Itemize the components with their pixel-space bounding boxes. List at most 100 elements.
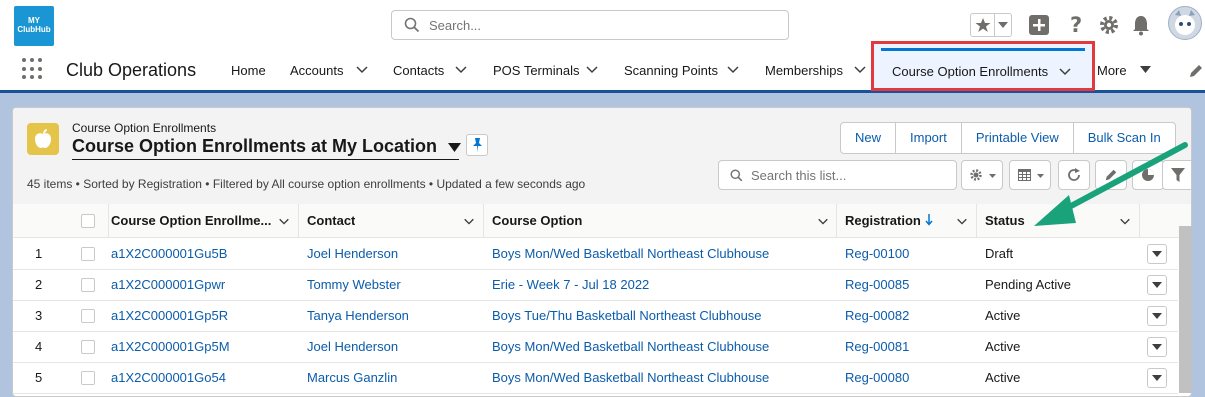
apple-icon — [27, 123, 59, 155]
table-header: Course Option Enrollme... Contact Course… — [13, 204, 1191, 238]
course-option-link[interactable]: Erie - Week 7 - Jul 18 2022 — [492, 269, 649, 300]
row-number: 3 — [35, 308, 43, 323]
column-header-registration[interactable]: Registration — [845, 204, 921, 237]
chevron-down-icon[interactable] — [463, 215, 475, 227]
contact-link[interactable]: Joel Henderson — [307, 331, 398, 362]
search-placeholder: Search... — [429, 18, 482, 33]
row-actions-button[interactable] — [1147, 337, 1167, 357]
status-value: Active — [985, 370, 1021, 385]
pin-list-button[interactable] — [466, 134, 488, 156]
row-actions-button[interactable] — [1147, 244, 1167, 264]
select-all-checkbox[interactable] — [81, 214, 95, 228]
pin-icon — [473, 138, 482, 152]
registration-link[interactable]: Reg-00085 — [845, 269, 909, 300]
caret-down-icon — [989, 174, 996, 178]
nav-item-pos-terminals[interactable]: POS Terminals — [493, 63, 579, 78]
gear-icon[interactable] — [1098, 13, 1120, 37]
chevron-down-icon[interactable] — [817, 215, 829, 227]
row-actions-button[interactable] — [1147, 368, 1167, 388]
contact-link[interactable]: Marcus Ganzlin — [307, 362, 397, 393]
favorites-button[interactable] — [970, 13, 1012, 37]
registration-link[interactable]: Reg-00082 — [845, 300, 909, 331]
course-option-link[interactable]: Boys Mon/Wed Basketball Northeast Clubho… — [492, 331, 769, 362]
logo-text-line2: ClubHub — [17, 25, 51, 34]
registration-link[interactable]: Reg-00100 — [845, 238, 909, 269]
row-number: 1 — [35, 246, 43, 261]
row-checkbox[interactable] — [81, 371, 95, 385]
caret-down-icon[interactable] — [1140, 66, 1151, 73]
table-row: 2 a1X2C000001Gpwr Tommy Webster Erie - W… — [13, 269, 1178, 301]
list-search-placeholder: Search this list... — [751, 168, 847, 183]
chevron-down-icon[interactable] — [454, 62, 468, 76]
edit-nav-icon[interactable] — [1188, 63, 1204, 79]
nav-item-more[interactable]: More — [1097, 63, 1127, 78]
enrollment-id-link[interactable]: a1X2C000001Gp5M — [111, 331, 230, 362]
tab-course-option-enrollments[interactable]: Course Option Enrollments — [871, 41, 1095, 91]
enrollment-id-link[interactable]: a1X2C000001Gpwr — [111, 269, 225, 300]
column-header-status[interactable]: Status — [985, 204, 1025, 237]
annotation-arrow — [1034, 142, 1188, 226]
row-checkbox[interactable] — [81, 309, 95, 323]
chevron-down-icon[interactable] — [956, 215, 968, 227]
chevron-down-icon[interactable] — [585, 62, 599, 76]
import-button[interactable]: Import — [896, 123, 962, 153]
chevron-down-icon[interactable] — [853, 62, 867, 76]
status-value: Active — [985, 308, 1021, 323]
enrollment-id-link[interactable]: a1X2C000001Gu5B — [111, 238, 227, 269]
notification-bell-icon[interactable] — [1130, 13, 1152, 37]
contact-link[interactable]: Tommy Webster — [307, 269, 401, 300]
user-avatar[interactable] — [1168, 6, 1202, 40]
search-icon — [730, 169, 743, 182]
list-view-header: Course Option Enrollments Course Option … — [13, 108, 1191, 205]
list-view-underline — [72, 159, 459, 160]
list-settings-button[interactable] — [961, 160, 1003, 190]
column-header-contact[interactable]: Contact — [307, 204, 355, 237]
course-option-link[interactable]: Boys Mon/Wed Basketball Northeast Clubho… — [492, 362, 769, 393]
list-search-input[interactable]: Search this list... — [718, 160, 957, 190]
table-row: 3 a1X2C000001Gp5R Tanya Henderson Boys T… — [13, 300, 1178, 332]
app-logo[interactable]: MY ClubHub — [14, 6, 54, 46]
row-actions-button[interactable] — [1147, 306, 1167, 326]
status-value: Active — [985, 339, 1021, 354]
course-option-link[interactable]: Boys Tue/Thu Basketball Northeast Clubho… — [492, 300, 762, 331]
caret-down-icon — [1152, 282, 1162, 288]
row-actions-button[interactable] — [1147, 275, 1167, 295]
nav-item-accounts[interactable]: Accounts — [290, 63, 343, 78]
contact-link[interactable]: Joel Henderson — [307, 238, 398, 269]
course-option-link[interactable]: Boys Mon/Wed Basketball Northeast Clubho… — [492, 238, 769, 269]
row-checkbox[interactable] — [81, 340, 95, 354]
caret-down-icon[interactable] — [448, 143, 462, 152]
status-value: Pending Active — [985, 277, 1072, 292]
chevron-down-icon[interactable] — [1058, 64, 1072, 78]
add-icon[interactable] — [1028, 13, 1050, 37]
chevron-down-icon[interactable] — [726, 62, 740, 76]
nav-item-scanning-points[interactable]: Scanning Points — [624, 63, 718, 78]
nav-item-memberships[interactable]: Memberships — [765, 63, 843, 78]
nav-item-contacts[interactable]: Contacts — [393, 63, 444, 78]
column-header-course-option[interactable]: Course Option — [492, 204, 582, 237]
chevron-down-icon[interactable] — [355, 62, 369, 76]
global-search-input[interactable]: Search... — [391, 10, 789, 40]
list-view-name[interactable]: Course Option Enrollments at My Location — [72, 136, 462, 157]
object-label: Course Option Enrollments — [72, 121, 217, 135]
row-number: 2 — [35, 277, 43, 292]
caret-down-icon — [1152, 251, 1162, 257]
enrollment-id-link[interactable]: a1X2C000001Go54 — [111, 362, 226, 393]
enrollment-id-link[interactable]: a1X2C000001Gp5R — [111, 300, 228, 331]
row-checkbox[interactable] — [81, 278, 95, 292]
help-icon[interactable]: ? — [1068, 13, 1086, 37]
row-checkbox[interactable] — [81, 247, 95, 261]
column-header-enrollment[interactable]: Course Option Enrollme... — [111, 204, 277, 237]
app-launcher-icon[interactable] — [22, 58, 44, 80]
registration-link[interactable]: Reg-00081 — [845, 331, 909, 362]
list-meta-info: 45 items • Sorted by Registration • Filt… — [27, 177, 586, 191]
search-icon — [404, 17, 420, 33]
caret-down-icon — [1152, 344, 1162, 350]
vertical-scrollbar[interactable] — [1179, 226, 1192, 393]
arrow-down-icon — [925, 214, 933, 226]
registration-link[interactable]: Reg-00080 — [845, 362, 909, 393]
new-button[interactable]: New — [841, 123, 897, 153]
chevron-down-icon[interactable] — [278, 215, 290, 227]
nav-item-home[interactable]: Home — [231, 63, 266, 78]
contact-link[interactable]: Tanya Henderson — [307, 300, 409, 331]
